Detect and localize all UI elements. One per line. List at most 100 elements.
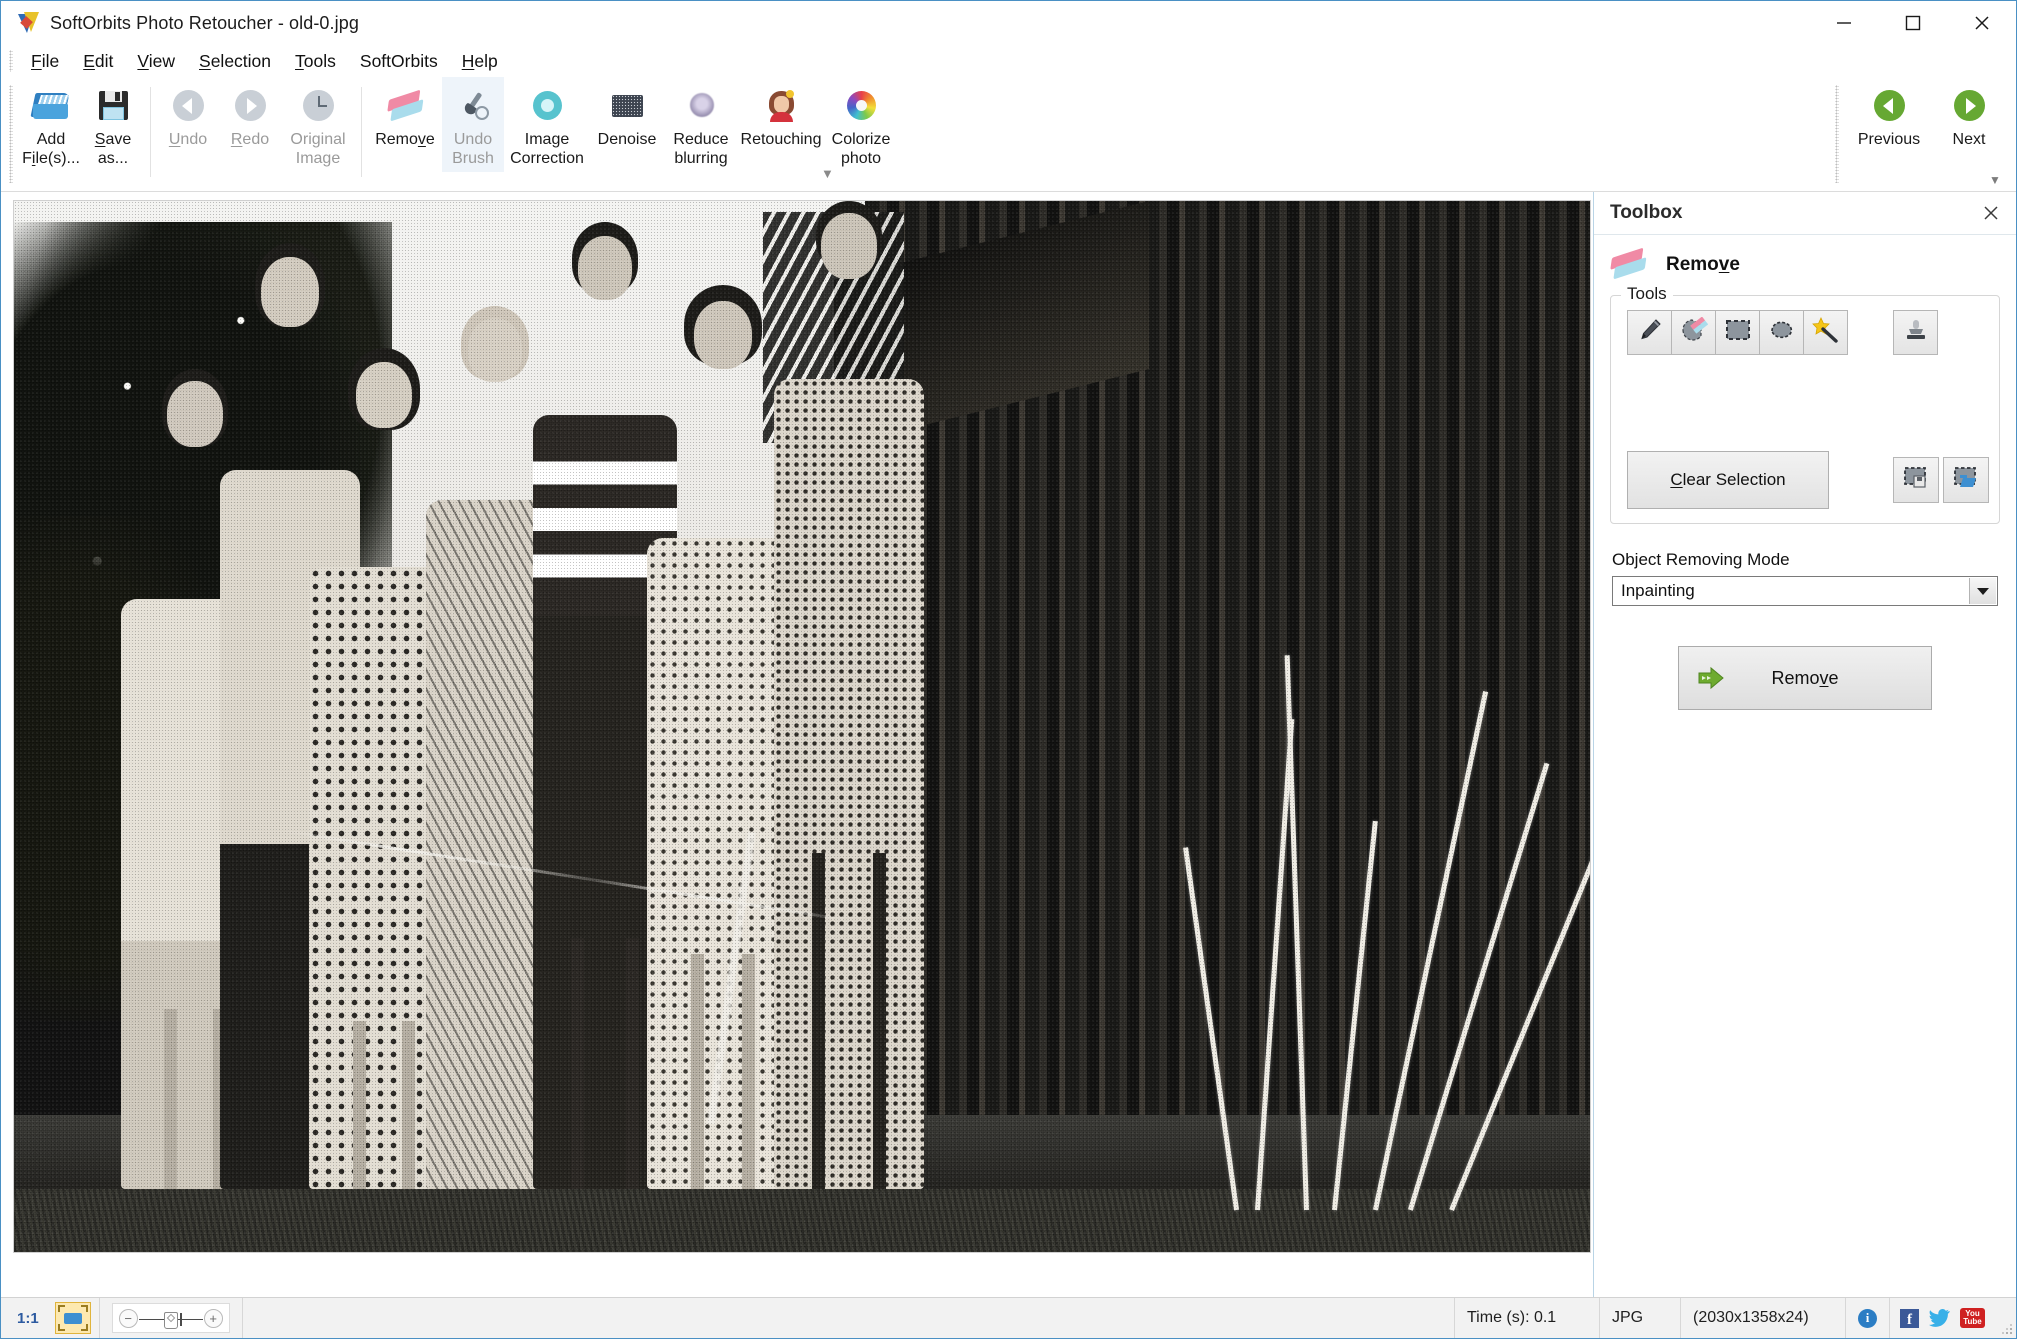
undo-brush-button[interactable]: Undo Brush <box>442 77 504 172</box>
lasso-select-button[interactable] <box>1759 310 1804 355</box>
tools-group: Tools Clear Selection <box>1610 284 2000 524</box>
info-cell[interactable]: i <box>1846 1298 1890 1338</box>
menu-item-selection[interactable]: Selection <box>187 48 283 75</box>
previous-green-arrow-icon <box>1869 85 1909 125</box>
add-files-button[interactable]: Add File(s)... <box>20 77 82 172</box>
erase-selection-button[interactable] <box>1671 310 1716 355</box>
clear-selection-label: Clear Selection <box>1670 470 1786 489</box>
lasso-select-icon <box>1768 318 1796 347</box>
previous-button[interactable]: Previous <box>1846 77 1932 191</box>
close-button[interactable] <box>1947 1 2016 45</box>
denoise-icon <box>607 85 647 125</box>
zoom-out-button[interactable]: − <box>118 1308 138 1328</box>
photo-leaning-poles <box>1183 579 1590 1211</box>
menu-item-help[interactable]: Help <box>450 48 510 75</box>
original-image-button[interactable]: Original Image <box>281 77 355 172</box>
menu-grip-handle[interactable] <box>9 50 13 72</box>
twitter-icon[interactable] <box>1929 1309 1950 1327</box>
floppy-save-icon <box>93 85 133 125</box>
info-icon[interactable]: i <box>1858 1308 1877 1328</box>
file-format-label: JPG <box>1600 1298 1681 1338</box>
original-image-label: Original Image <box>290 131 346 167</box>
toolbox-mode-label: Remove <box>1666 254 1740 275</box>
menu-item-softorbits[interactable]: SoftOrbits <box>348 48 450 75</box>
undo-button[interactable]: Undo <box>157 77 219 153</box>
ribbon-group-expand-left-icon[interactable]: ▼ <box>821 166 834 181</box>
toolbox-title: Toolbox <box>1610 202 1683 223</box>
zoom-controls-cell: 1:1 <box>1 1298 100 1338</box>
zoom-slider-tick <box>179 1313 182 1326</box>
tools-empty-space <box>1621 355 1989 451</box>
remove-action-wrap: Remove <box>1594 646 2016 710</box>
open-folder-icon <box>30 85 71 125</box>
load-selection-icon <box>1953 466 1979 495</box>
toolbox-header: Toolbox <box>1594 192 2016 235</box>
reduce-blurring-button[interactable]: Reduce blurring <box>664 77 738 172</box>
previous-label: Previous <box>1857 131 1921 148</box>
image-dimensions-label: (2030x1358x24) <box>1681 1298 1846 1338</box>
ribbon-expand-icon[interactable]: ▼ <box>1988 174 2002 186</box>
image-correction-button[interactable]: Image Correction <box>504 77 590 172</box>
canvas-area[interactable] <box>1 192 1593 1297</box>
work-area: Toolbox Remove Tools Clear Selection Obj… <box>1 192 2016 1297</box>
remove-ribbon-label: Remove <box>375 131 435 148</box>
object-removing-mode-select[interactable]: Inpainting <box>1612 576 1998 606</box>
pencil-tool-button[interactable] <box>1627 310 1672 355</box>
remove-button[interactable]: Remove <box>1678 646 1932 710</box>
youtube-icon[interactable]: You Tube <box>1960 1308 1985 1328</box>
zoom-in-button[interactable]: + <box>203 1308 223 1328</box>
resize-grip-icon[interactable] <box>1995 1298 2016 1338</box>
colorize-photo-icon <box>841 85 881 125</box>
load-selection-button[interactable] <box>1943 457 1989 503</box>
add-files-label: Add File(s)... <box>22 131 80 167</box>
maximize-button[interactable] <box>1878 1 1947 45</box>
image-correction-icon <box>527 85 567 125</box>
rectangle-select-icon <box>1724 318 1752 347</box>
clear-selection-button[interactable]: Clear Selection <box>1627 451 1829 509</box>
ribbon-grip-handle[interactable] <box>9 85 13 183</box>
save-selection-button[interactable] <box>1893 457 1939 503</box>
object-removing-mode-label: Object Removing Mode <box>1612 550 1790 569</box>
colorize-photo-label: Colorize photo <box>831 131 891 167</box>
tools-bottom-row: Clear Selection <box>1621 451 1989 509</box>
menu-item-tools[interactable]: Tools <box>283 48 348 75</box>
magic-wand-icon <box>1811 317 1840 348</box>
menu-item-view[interactable]: View <box>125 48 187 75</box>
eraser-icon <box>385 85 425 125</box>
ribbon-toolbar: Add File(s)... Save as... Undo Redo Orig… <box>1 77 2016 192</box>
menu-bar: File Edit View Selection Tools SoftOrbit… <box>1 45 2016 77</box>
zoom-slider[interactable]: − + <box>111 1303 230 1333</box>
magic-wand-button[interactable] <box>1803 310 1848 355</box>
denoise-button[interactable]: Denoise <box>590 77 664 153</box>
ribbon-group-navigation: Previous Next ▼ <box>1835 77 2016 191</box>
close-icon[interactable] <box>1980 202 2002 224</box>
stamp-tool-icon <box>1903 317 1929 348</box>
ribbon-group-tools: Remove Undo Brush Image Correction Denoise <box>368 77 898 191</box>
retouching-label: Retouching <box>740 131 822 148</box>
green-arrow-icon <box>1697 666 1729 690</box>
retouching-button[interactable]: Retouching <box>738 77 824 153</box>
pencil-tool-icon <box>1637 317 1663 348</box>
redo-arrow-icon <box>230 85 270 125</box>
facebook-icon[interactable]: f <box>1900 1308 1919 1328</box>
tool-buttons-row <box>1621 310 1989 355</box>
window-title: SoftOrbits Photo Retoucher - old-0.jpg <box>50 12 359 33</box>
menu-item-edit[interactable]: Edit <box>71 48 125 75</box>
ribbon-nav-grip-handle[interactable] <box>1835 85 1839 183</box>
photo-canvas[interactable] <box>13 200 1591 1253</box>
save-as-button[interactable]: Save as... <box>82 77 144 172</box>
retouching-icon <box>761 85 801 125</box>
menu-item-file[interactable]: File <box>19 48 71 75</box>
minimize-button[interactable] <box>1809 1 1878 45</box>
chevron-down-icon[interactable] <box>1969 578 1996 604</box>
rectangle-select-button[interactable] <box>1715 310 1760 355</box>
zoom-slider-thumb[interactable] <box>163 1312 178 1329</box>
fit-to-window-icon[interactable] <box>54 1302 91 1334</box>
reduce-blurring-label: Reduce blurring <box>673 131 729 167</box>
colorize-photo-button[interactable]: Colorize photo <box>824 77 898 172</box>
status-spacer <box>242 1298 1455 1338</box>
stamp-tool-button[interactable] <box>1893 310 1938 355</box>
remove-ribbon-button[interactable]: Remove <box>368 77 442 153</box>
undo-arrow-icon <box>168 85 208 125</box>
redo-button[interactable]: Redo <box>219 77 281 153</box>
